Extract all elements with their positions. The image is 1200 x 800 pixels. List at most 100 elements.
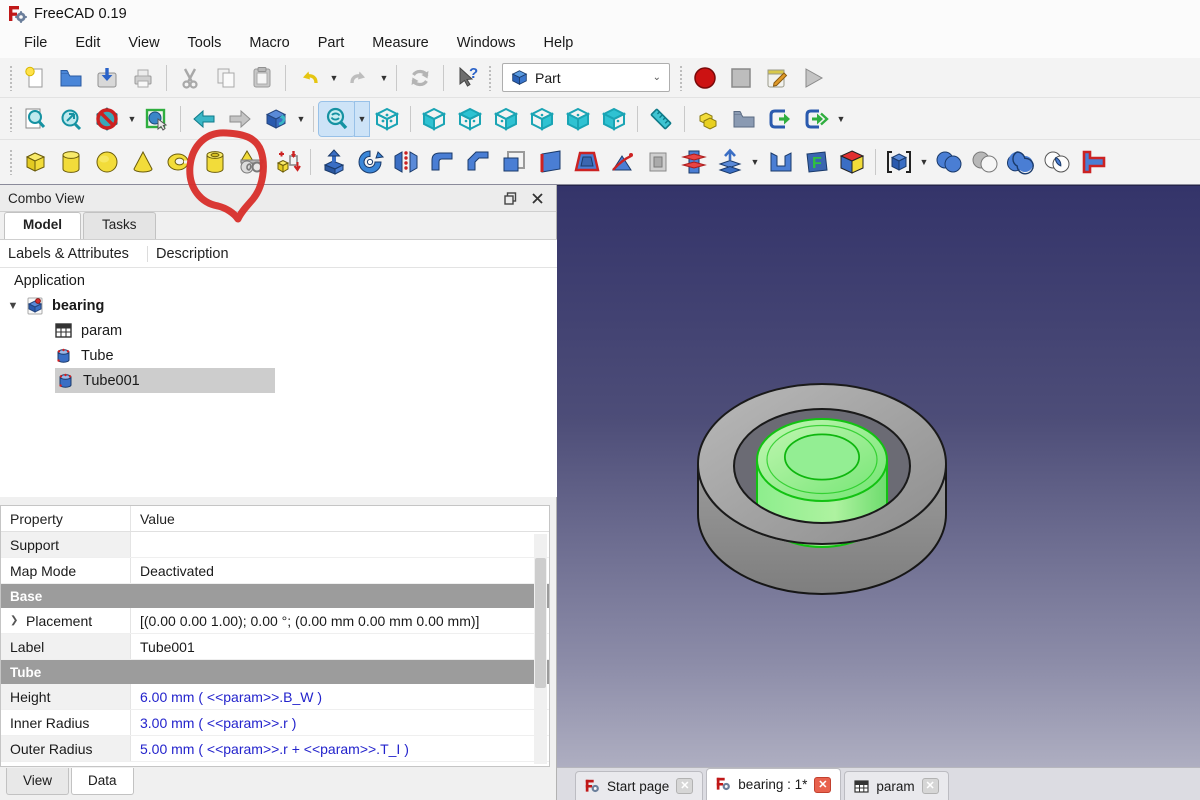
undo-dropdown-caret[interactable]: ▼ (327, 61, 341, 95)
column-property[interactable]: Property (1, 506, 131, 531)
draw-style-button[interactable] (89, 102, 125, 136)
section-button[interactable] (640, 145, 676, 179)
link-navigate-dropdown-caret[interactable]: ▼ (294, 102, 308, 136)
redo-button[interactable] (341, 61, 377, 95)
part-cone-button[interactable] (125, 145, 161, 179)
close-panel-icon[interactable] (531, 192, 544, 205)
nav-back-button[interactable] (186, 102, 222, 136)
macro-record-button[interactable] (687, 61, 723, 95)
view-rear-button[interactable] (524, 102, 560, 136)
menu-macro[interactable]: Macro (235, 31, 303, 55)
close-tab-icon[interactable]: ✕ (921, 778, 939, 794)
part-cylinder-button[interactable] (53, 145, 89, 179)
make-link-dropdown-caret[interactable]: ▼ (834, 102, 848, 136)
tree-item-bearing[interactable]: ▼ bearing (0, 293, 557, 318)
menu-windows[interactable]: Windows (443, 31, 530, 55)
chamfer-button[interactable] (460, 145, 496, 179)
color-per-face-button[interactable] (834, 145, 870, 179)
cut-button[interactable] (172, 61, 208, 95)
property-row-inner-radius[interactable]: Inner Radius 3.00 mm ( <<param>>.r ) (1, 710, 549, 736)
tab-start-page[interactable]: Start page ✕ (575, 771, 704, 800)
tree-item-tube[interactable]: Tube (0, 343, 557, 368)
mirror-button[interactable] (388, 145, 424, 179)
view-bottom-button[interactable] (560, 102, 596, 136)
loft-button[interactable] (568, 145, 604, 179)
tab-model[interactable]: Model (4, 212, 81, 239)
property-row-outer-radius[interactable]: Outer Radius 5.00 mm ( <<param>>.r + <<p… (1, 736, 549, 762)
float-panel-icon[interactable] (504, 191, 517, 205)
boolean-common-button[interactable] (1039, 145, 1075, 179)
toolbar-handle[interactable] (9, 149, 14, 175)
fit-all-button[interactable] (17, 102, 53, 136)
menu-help[interactable]: Help (530, 31, 588, 55)
boolean-union-button[interactable] (1003, 145, 1039, 179)
property-row-label[interactable]: Label Tube001 (1, 634, 549, 660)
redo-dropdown-caret[interactable]: ▼ (377, 61, 391, 95)
expander-chevron-icon[interactable]: ❯ (10, 615, 22, 626)
draw-style-dropdown-caret[interactable]: ▼ (125, 102, 139, 136)
axonometric-view-button[interactable] (369, 102, 405, 136)
3d-viewport[interactable] (557, 185, 1200, 767)
make-face-button[interactable] (496, 145, 532, 179)
extrude-button[interactable] (316, 145, 352, 179)
property-row-placement[interactable]: ❯ Placement [(0.00 0.00 1.00); 0.00 °; (0… (1, 608, 549, 634)
zoom-sync-dropdown-caret[interactable]: ▼ (354, 100, 370, 137)
toolbar-handle[interactable] (9, 64, 14, 91)
compound-tools-button[interactable] (881, 145, 917, 179)
box-selection-button[interactable] (139, 102, 175, 136)
toolbar-handle[interactable] (9, 105, 14, 132)
offset-dropdown-caret[interactable]: ▼ (748, 145, 762, 179)
property-scrollbar[interactable] (534, 534, 547, 764)
chevron-expanded-icon[interactable]: ▼ (0, 300, 26, 312)
menu-measure[interactable]: Measure (358, 31, 442, 55)
macro-stop-button[interactable] (723, 61, 759, 95)
new-document-button[interactable] (17, 61, 53, 95)
tab-tasks[interactable]: Tasks (83, 212, 156, 239)
tree-item-tube001[interactable]: Tube001 (55, 368, 275, 393)
boolean-button[interactable] (931, 145, 967, 179)
tab-data[interactable]: Data (71, 768, 134, 795)
shape-builder-button[interactable] (269, 145, 305, 179)
undo-button[interactable] (291, 61, 327, 95)
view-top-button[interactable] (452, 102, 488, 136)
property-row-support[interactable]: Support (1, 532, 549, 558)
part-tube-button[interactable] (197, 145, 233, 179)
open-document-button[interactable] (53, 61, 89, 95)
column-value[interactable]: Value (131, 511, 549, 527)
close-tab-icon[interactable]: ✕ (676, 778, 694, 794)
link-navigate-button[interactable] (258, 102, 294, 136)
menu-tools[interactable]: Tools (174, 31, 236, 55)
cross-sections-button[interactable] (676, 145, 712, 179)
offset-2d-button[interactable]: F (798, 145, 834, 179)
toolbar-handle[interactable] (488, 64, 493, 91)
workbench-selector[interactable]: Part ⌄ (502, 63, 670, 92)
scrollbar-thumb[interactable] (535, 558, 546, 688)
menu-part[interactable]: Part (304, 31, 359, 55)
create-group-button[interactable] (726, 102, 762, 136)
sweep-button[interactable] (604, 145, 640, 179)
tab-bearing[interactable]: bearing : 1* ✕ (706, 768, 842, 800)
print-button[interactable] (125, 61, 161, 95)
menu-view[interactable]: View (114, 31, 173, 55)
tree-column-labels[interactable]: Labels & Attributes (0, 245, 148, 262)
whats-this-button[interactable]: ? (449, 61, 485, 95)
offset-button[interactable] (712, 145, 748, 179)
macro-play-button[interactable] (795, 61, 831, 95)
save-document-button[interactable] (89, 61, 125, 95)
refresh-button[interactable] (402, 61, 438, 95)
part-torus-button[interactable] (161, 145, 197, 179)
connect-button[interactable] (1075, 145, 1111, 179)
menu-file[interactable]: File (10, 31, 61, 55)
view-right-button[interactable] (488, 102, 524, 136)
macro-edit-button[interactable] (759, 61, 795, 95)
toolbar-handle[interactable] (679, 64, 684, 91)
compound-dropdown-caret[interactable]: ▼ (917, 145, 931, 179)
menu-edit[interactable]: Edit (61, 31, 114, 55)
paste-button[interactable] (244, 61, 280, 95)
revolve-button[interactable] (352, 145, 388, 179)
tab-param[interactable]: param ✕ (844, 771, 949, 800)
part-box-button[interactable] (17, 145, 53, 179)
close-tab-icon[interactable]: ✕ (814, 776, 832, 793)
boolean-cut-button[interactable] (967, 145, 1003, 179)
make-link-button[interactable] (762, 102, 798, 136)
